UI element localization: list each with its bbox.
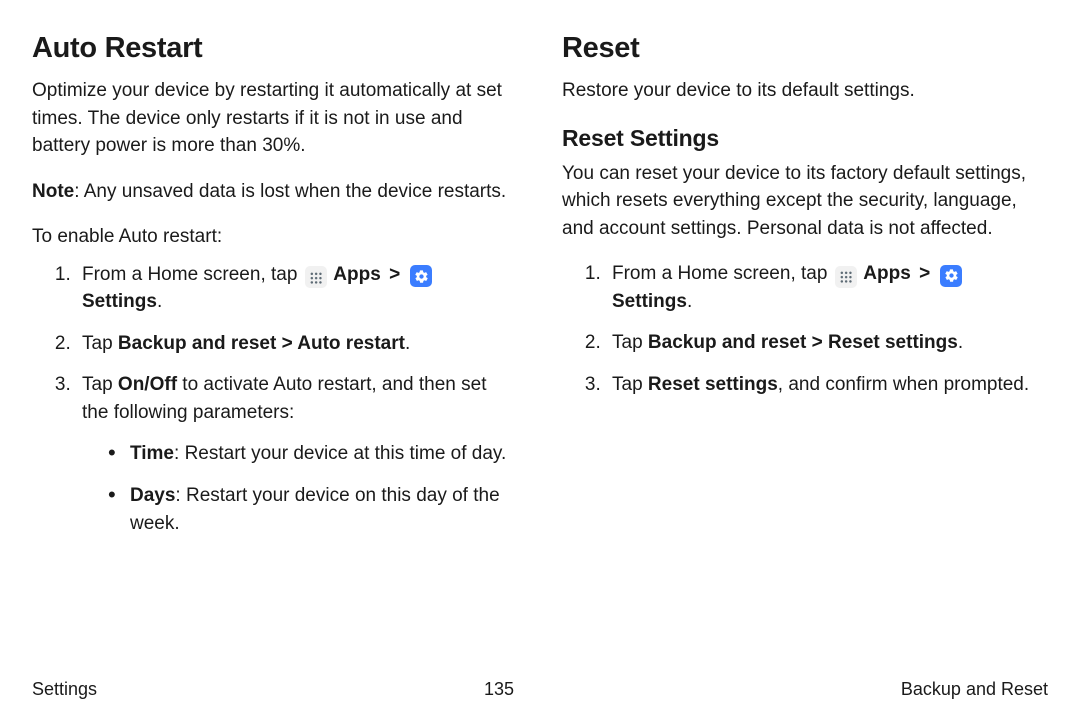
step-text: Tap [82,374,118,395]
bullet-text: : Restart your device at this time of da… [174,443,506,464]
bullet-text: : Restart your device on this day of the… [130,485,500,534]
apps-label: Apps [859,263,916,284]
list-item: Time: Restart your device at this time o… [112,440,518,468]
step-text: From a Home screen, tap [82,264,303,285]
settings-label: Settings [612,291,687,312]
list-item: Tap Reset settings, and confirm when pro… [606,371,1048,399]
auto-restart-heading: Auto Restart [32,32,518,65]
chevron-icon: > [919,263,930,284]
step-text: Tap [82,333,118,354]
gear-icon [940,265,962,287]
list-item: Tap Backup and reset > Reset settings. [606,329,1048,357]
bullet-label: Days [130,485,175,506]
footer-right: Backup and Reset [901,679,1048,700]
note-label: Note [32,181,74,202]
bullet-label: Time [130,443,174,464]
auto-restart-intro: Optimize your device by restarting it au… [32,77,518,160]
reset-settings-heading: Reset Settings [562,125,1048,152]
reset-intro: Restore your device to its default setti… [562,77,1048,105]
gear-icon [410,265,432,287]
parameter-bullets: Time: Restart your device at this time o… [82,440,518,537]
reset-settings-steps: From a Home screen, tap Apps > Settings.… [562,260,1048,398]
step-bold: Backup and reset > Auto restart [118,333,405,354]
step-text: Tap [612,374,648,395]
period: . [157,291,162,312]
period: . [958,332,963,353]
step-bold: Reset settings [648,374,778,395]
page-footer: Settings 135 Backup and Reset [32,669,1048,700]
period: . [405,333,410,354]
settings-label: Settings [82,291,157,312]
list-item: From a Home screen, tap Apps > Settings. [606,260,1048,315]
list-item: Days: Restart your device on this day of… [112,482,518,537]
step-bold: Backup and reset > Reset settings [648,332,958,353]
apps-icon [305,266,327,288]
apps-icon [835,266,857,288]
step-text: Tap [612,332,648,353]
footer-page-number: 135 [484,679,514,700]
list-item: From a Home screen, tap Apps > Settings. [76,261,518,316]
footer-left: Settings [32,679,97,700]
auto-restart-leadin: To enable Auto restart: [32,223,518,251]
auto-restart-steps: From a Home screen, tap Apps > Settings.… [32,261,518,537]
left-column: Auto Restart Optimize your device by res… [32,32,518,669]
step-bold: On/Off [118,374,177,395]
apps-label: Apps [329,264,386,285]
note-text: : Any unsaved data is lost when the devi… [74,181,506,202]
step-text: From a Home screen, tap [612,263,833,284]
list-item: Tap On/Off to activate Auto restart, and… [76,371,518,537]
period: . [687,291,692,312]
auto-restart-note: Note: Any unsaved data is lost when the … [32,178,518,206]
chevron-icon: > [389,264,400,285]
reset-heading: Reset [562,32,1048,65]
step-suffix: , and confirm when prompted. [778,374,1029,395]
reset-settings-intro: You can reset your device to its factory… [562,160,1048,243]
list-item: Tap Backup and reset > Auto restart. [76,330,518,358]
right-column: Reset Restore your device to its default… [562,32,1048,669]
